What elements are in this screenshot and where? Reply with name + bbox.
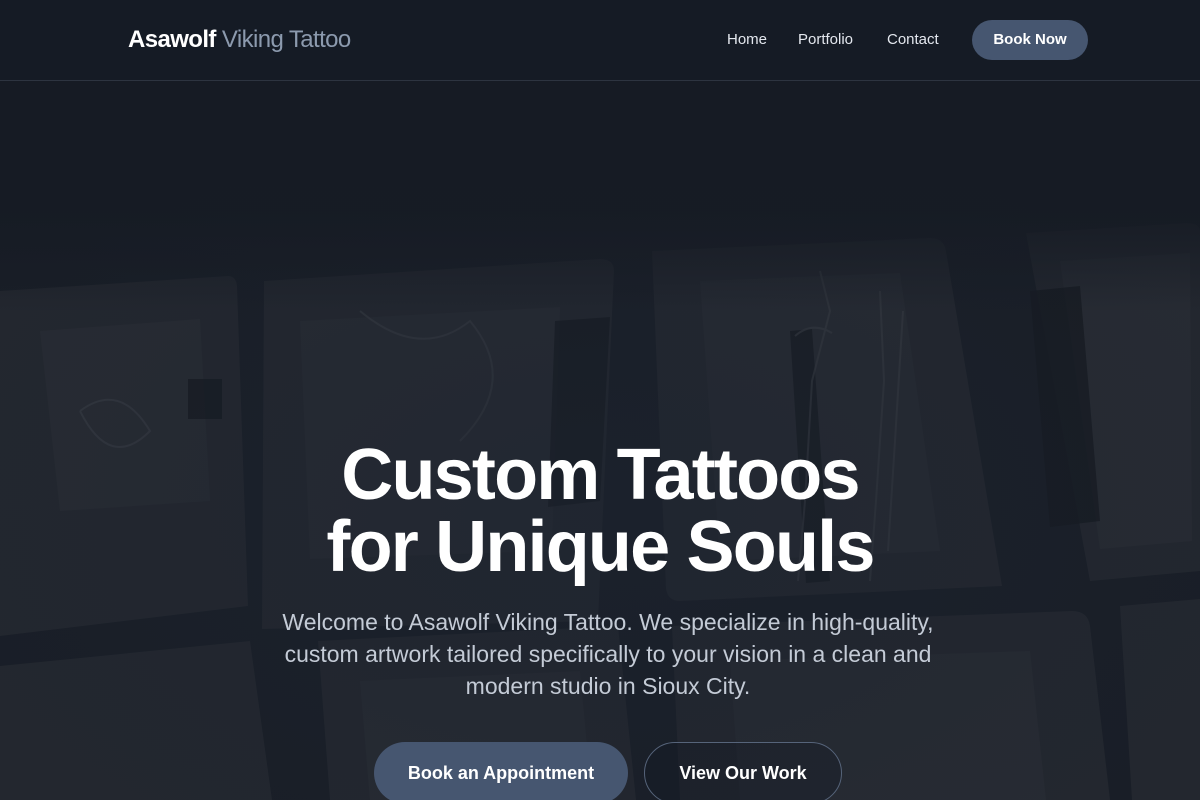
brand-logo[interactable]: Asawolf Viking Tattoo [128,25,351,55]
hero-title-line-2: for Unique Souls [326,507,875,587]
nav-home-link[interactable]: Home [727,30,767,50]
brand-name: Asawolf [128,26,216,53]
book-appointment-button[interactable]: Book an Appointment [374,742,628,800]
hero-subtitle: Welcome to Asawolf Viking Tattoo. We spe… [282,609,934,699]
site-header: Asawolf Viking Tattoo Home Portfolio Con… [0,0,1200,81]
nav-portfolio-link[interactable]: Portfolio [798,30,853,50]
book-now-button[interactable]: Book Now [972,20,1088,60]
brand-tagline: Viking Tattoo [221,26,351,53]
view-our-work-button[interactable]: View Our Work [644,742,842,800]
hero-title: Custom Tattoos for Unique Souls [200,439,1000,583]
nav-contact-link[interactable]: Contact [887,30,939,50]
hero-title-line-1: Custom Tattoos [341,435,860,515]
